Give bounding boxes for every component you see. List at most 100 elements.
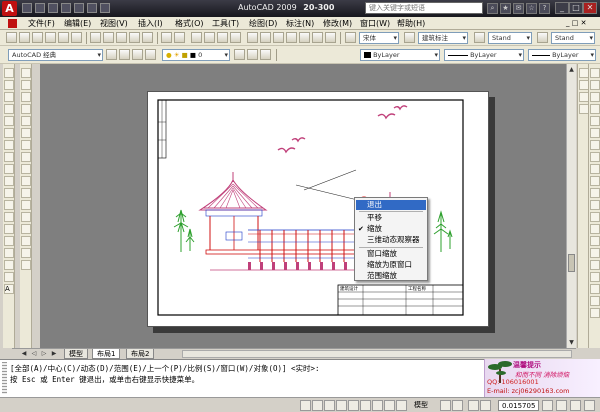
tab-model[interactable]: 模型 [64, 349, 88, 359]
clean-screen-icon[interactable] [584, 400, 595, 411]
scroll-down-icon[interactable]: ▼ [567, 338, 576, 347]
multiline-text-icon[interactable]: A [4, 284, 14, 294]
menu-edit[interactable]: 编辑(E) [64, 18, 91, 29]
cut-icon[interactable] [90, 32, 101, 43]
arc-length-icon[interactable] [590, 104, 600, 114]
layer-iso-icon[interactable] [145, 49, 156, 60]
layer-select[interactable]: ● ☀ ■ ■ 0 [162, 49, 230, 61]
document-icon[interactable] [8, 19, 17, 28]
angular-dim-icon[interactable] [590, 164, 600, 174]
save-icon[interactable] [48, 3, 58, 13]
fillet-icon[interactable] [21, 248, 31, 258]
communication-center-icon[interactable]: ✉ [513, 3, 524, 14]
trim-icon[interactable] [21, 176, 31, 186]
minimize-button[interactable]: _ [555, 2, 569, 14]
offset-icon[interactable] [21, 104, 31, 114]
print-icon[interactable] [45, 32, 56, 43]
match-properties-icon[interactable] [129, 32, 140, 43]
polar-icon[interactable] [336, 400, 347, 411]
brush-icon[interactable] [590, 68, 600, 78]
sheet-set-icon[interactable] [286, 32, 297, 43]
menu-window[interactable]: 窗口(W) [360, 18, 390, 29]
tab-layout2[interactable]: 布局2 [126, 349, 155, 359]
viewport-scale-value[interactable]: 0.015705 [498, 400, 540, 411]
undo-icon[interactable] [74, 3, 84, 13]
new-file-icon[interactable] [22, 3, 32, 13]
open-file-icon[interactable] [35, 3, 45, 13]
hatch-icon[interactable] [4, 236, 14, 246]
revision-cloud-icon[interactable] [4, 152, 14, 162]
gradient-icon[interactable] [4, 248, 14, 258]
menu-file[interactable]: 文件(F) [28, 18, 55, 29]
search-icon[interactable]: ⌕ [487, 3, 498, 14]
zoom-realtime-icon[interactable] [204, 32, 215, 43]
tolerance-icon[interactable] [590, 236, 600, 246]
next-tab-icon[interactable]: ▷ [40, 350, 48, 358]
layer-previous-icon[interactable] [132, 49, 143, 60]
tool-palettes-icon[interactable] [273, 32, 284, 43]
markup-icon[interactable] [299, 32, 310, 43]
horizontal-scrollbar[interactable] [182, 350, 572, 358]
array-icon[interactable] [21, 116, 31, 126]
extend-icon[interactable] [21, 188, 31, 198]
center-mark-icon[interactable] [590, 248, 600, 258]
undo-tool-icon[interactable] [161, 32, 172, 43]
explode-icon[interactable] [21, 260, 31, 270]
layout-paper[interactable]: 建筑设计 工程名称 [147, 91, 489, 327]
zoom-status-icon[interactable] [480, 400, 491, 411]
workspace-select[interactable]: AutoCAD 经典 [8, 49, 103, 61]
lineweight-select[interactable]: ByLayer [528, 49, 596, 61]
grid-icon[interactable] [312, 400, 323, 411]
arc-icon[interactable] [4, 128, 14, 138]
quick-dim-icon[interactable] [590, 176, 600, 186]
subscription-icon[interactable]: ★ [500, 3, 511, 14]
copy-object-icon[interactable] [21, 80, 31, 90]
dim-break-icon[interactable] [590, 224, 600, 234]
maximize-button[interactable]: □ [569, 2, 583, 14]
block-editor-icon[interactable] [142, 32, 153, 43]
dim-edit-icon[interactable] [590, 284, 600, 294]
ortho-icon[interactable] [324, 400, 335, 411]
close-button[interactable]: ✕ [583, 2, 597, 14]
join-icon[interactable] [21, 224, 31, 234]
erase-icon[interactable] [21, 68, 31, 78]
annotation-scale-icon[interactable] [542, 400, 553, 411]
move-icon[interactable] [21, 128, 31, 138]
tab-layout1[interactable]: 布局1 [92, 349, 121, 359]
first-tab-icon[interactable]: ◀ [20, 350, 28, 358]
polyline-icon[interactable] [4, 92, 14, 102]
break-icon[interactable] [21, 212, 31, 222]
dyn-icon[interactable] [384, 400, 395, 411]
help-tool-icon[interactable] [325, 32, 336, 43]
menu-item-zoom-original[interactable]: 缩放为原窗口 [367, 260, 412, 270]
table-style-select[interactable]: Stand [488, 32, 532, 44]
rectangle-icon[interactable] [4, 116, 14, 126]
radius-dim-icon[interactable] [590, 128, 600, 138]
dim-space-icon[interactable] [590, 212, 600, 222]
otrack-icon[interactable] [360, 400, 371, 411]
multileader-style-select[interactable]: Stand [551, 32, 595, 44]
scroll-up-icon[interactable]: ▲ [567, 65, 576, 74]
jogged-linear-icon[interactable] [590, 272, 600, 282]
redo-tool-icon[interactable] [174, 32, 185, 43]
menu-insert[interactable]: 插入(I) [138, 18, 163, 29]
spline-icon[interactable] [4, 164, 14, 174]
menu-item-zoom-extents[interactable]: 范围缩放 [367, 271, 397, 281]
annotation-visibility-icon[interactable] [556, 400, 567, 411]
line-icon[interactable] [4, 68, 14, 78]
toolbar-lock-icon[interactable] [570, 400, 581, 411]
chamfer-icon[interactable] [21, 236, 31, 246]
properties-icon[interactable] [247, 32, 258, 43]
menu-item-3d-orbit[interactable]: 三维动态观察器 [367, 235, 420, 245]
menu-item-pan[interactable]: 平移 [367, 213, 382, 223]
text-style-icon[interactable] [345, 32, 356, 43]
zoom-previous-icon[interactable] [230, 32, 241, 43]
linear-dim-icon[interactable] [590, 80, 600, 90]
ducs-icon[interactable] [372, 400, 383, 411]
jogged-dim-icon[interactable] [590, 140, 600, 150]
inspection-icon[interactable] [590, 260, 600, 270]
diameter-dim-icon[interactable] [590, 152, 600, 162]
polygon-icon[interactable] [4, 104, 14, 114]
quick-view-layouts-icon[interactable] [440, 400, 451, 411]
pan-status-icon[interactable] [468, 400, 479, 411]
